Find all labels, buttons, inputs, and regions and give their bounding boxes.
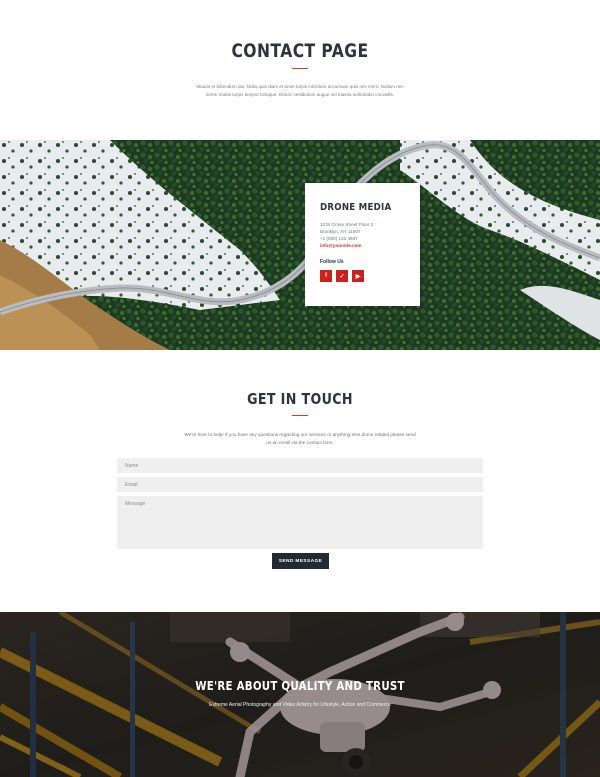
- section-divider: [292, 415, 308, 416]
- email-link[interactable]: info@yoursite.com: [320, 243, 362, 248]
- contact-intro-line: We're here to help! If you have any ques…: [184, 432, 416, 437]
- quality-title: WE'RE ABOUT QUALITY AND TRUST: [195, 678, 405, 693]
- intro-text: Mauris et bibendum dui. Nulla quis diam …: [180, 83, 420, 98]
- contact-info-card: DRONE MEDIA 1234 Grove Street Floor 3 Br…: [305, 183, 420, 306]
- intro-line: Mauris et bibendum dui. Nulla quis diam …: [196, 84, 404, 89]
- aerial-forest-image: [0, 140, 600, 350]
- message-field[interactable]: [117, 496, 483, 549]
- intro-line: lorem mattis turpis tempor tristique. Do…: [205, 91, 395, 97]
- name-field[interactable]: [117, 458, 483, 473]
- header-section: [0, 0, 600, 140]
- drone-background-image: [0, 612, 600, 777]
- section-title: GET IN TOUCH: [247, 390, 353, 408]
- twitter-icon[interactable]: ✓: [336, 270, 348, 282]
- quality-subtitle: Extreme Aerial Photography and Video Art…: [209, 702, 391, 708]
- email-field[interactable]: [117, 477, 483, 492]
- page-title: CONTACT PAGE: [231, 40, 369, 62]
- phone-number: +1 (000) 123 4567: [320, 236, 358, 241]
- contact-intro-text: We're here to help! If you have any ques…: [175, 431, 425, 447]
- follow-label: Follow Us: [320, 259, 344, 265]
- youtube-icon[interactable]: ▶: [352, 270, 364, 282]
- aerial-forest-illustration: [0, 140, 600, 350]
- address-line: Brooklyn, NY 11007: [320, 229, 361, 234]
- card-title: DRONE MEDIA: [320, 202, 392, 213]
- facebook-icon[interactable]: f: [320, 270, 332, 282]
- drone-warehouse-illustration: [0, 612, 600, 777]
- address-line: 1234 Grove Street Floor 3: [320, 222, 374, 227]
- title-divider: [292, 68, 308, 69]
- contact-intro-line: us an email via the contact form.: [266, 440, 334, 445]
- send-message-button[interactable]: SEND MESSAGE: [272, 553, 329, 569]
